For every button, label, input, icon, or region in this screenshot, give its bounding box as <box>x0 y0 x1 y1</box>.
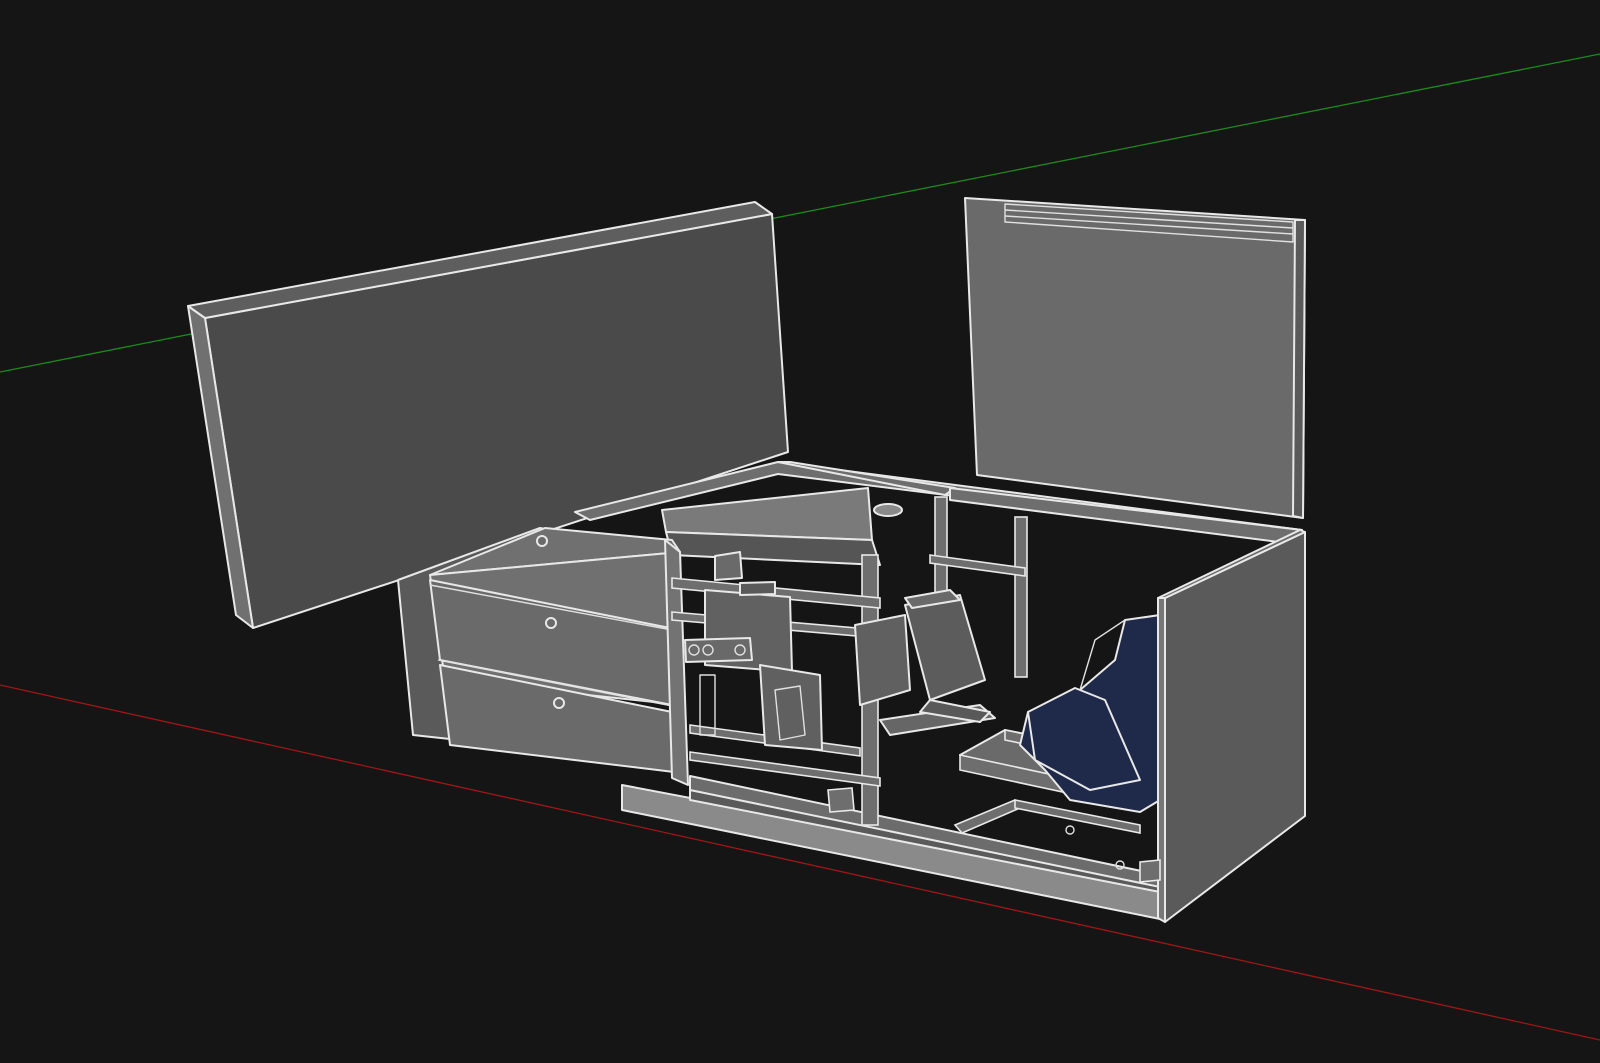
3d-viewport[interactable] <box>0 0 1600 1063</box>
drawer-handle-bottom[interactable] <box>553 697 565 709</box>
drawer-cabinet[interactable] <box>397 527 689 786</box>
right-lid-panel[interactable] <box>964 197 1306 519</box>
drawer-handle-middle[interactable] <box>545 617 557 629</box>
mouse-shape <box>873 503 903 517</box>
drawer-handle-top[interactable] <box>536 535 548 547</box>
model-canvas[interactable] <box>0 0 1600 1063</box>
